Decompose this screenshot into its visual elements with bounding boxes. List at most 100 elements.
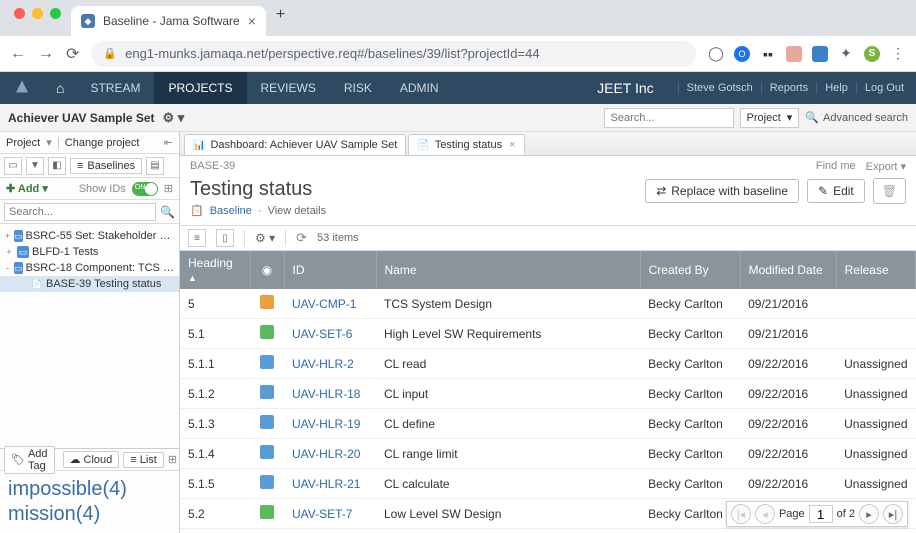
close-icon[interactable]: ×	[509, 139, 515, 151]
cell-id[interactable]: UAV-HLR-18	[284, 379, 376, 409]
replace-baseline-button[interactable]: ⇄Replace with baseline	[645, 179, 799, 203]
search-icon[interactable]: 🔍	[156, 205, 179, 219]
advanced-search-link[interactable]: 🔍Advanced search	[805, 111, 908, 124]
add-button[interactable]: ✚ Add ▾	[6, 182, 48, 195]
forward-button[interactable]: →	[38, 45, 54, 63]
profile-avatar[interactable]: S	[864, 46, 880, 62]
delete-button[interactable]: 🗑	[873, 178, 906, 204]
table-row[interactable]: 5.1.2UAV-HLR-18CL inputBecky Carlton09/2…	[180, 379, 916, 409]
project-menu[interactable]: Project	[6, 137, 40, 149]
table-row[interactable]: 5.1.3UAV-HLR-19CL defineBecky Carlton09/…	[180, 409, 916, 439]
cell-id[interactable]: UAV-SET-6	[284, 319, 376, 349]
minimize-window-icon[interactable]	[32, 8, 43, 19]
tree-item[interactable]: +▭BLFD-1 Tests	[0, 244, 179, 260]
user-link[interactable]: Steve Gotsch	[678, 82, 753, 94]
document-tab[interactable]: 📊Dashboard: Achiever UAV Sample Set	[184, 134, 406, 155]
ext-icon[interactable]	[786, 46, 802, 62]
home-icon[interactable]: ⌂	[44, 80, 76, 96]
pager-next-icon[interactable]: ▸	[859, 504, 879, 524]
browser-menu-icon[interactable]: ⋮	[890, 46, 906, 62]
list-view-icon[interactable]: ≡	[188, 229, 206, 247]
url-bar[interactable]: 🔒 eng1-munks.jamaqa.net/perspective.req#…	[91, 41, 696, 67]
column-header[interactable]: Created By	[640, 251, 740, 289]
tree-item[interactable]: +▭BSRC-55 Set: Stakeholder Needs and Mis…	[0, 228, 179, 244]
collapse-panel-icon[interactable]: ⇤	[164, 136, 173, 149]
logout-link[interactable]: Log Out	[856, 82, 904, 94]
pager-page-input[interactable]	[809, 505, 833, 523]
document-tab[interactable]: 📄Testing status×	[408, 134, 524, 155]
tree-item[interactable]: 📄BASE-39 Testing status	[0, 276, 179, 292]
grid-settings-icon[interactable]: ⚙ ▾	[255, 231, 275, 245]
find-me-link[interactable]: Find me	[816, 160, 856, 173]
cell-id[interactable]: UAV-CMP-1	[284, 289, 376, 319]
cell-id[interactable]: UAV-LLR-2	[284, 529, 376, 533]
table-row[interactable]: 5UAV-CMP-1TCS System DesignBecky Carlton…	[180, 289, 916, 319]
column-header[interactable]: ID	[284, 251, 376, 289]
table-row[interactable]: 5.1UAV-SET-6High Level SW RequirementsBe…	[180, 319, 916, 349]
ext-icon[interactable]: ▪▪	[760, 46, 776, 62]
explorer-view-icon[interactable]: ▭	[4, 157, 22, 175]
nav-admin[interactable]: ADMIN	[386, 72, 453, 104]
app-logo-icon[interactable]	[0, 79, 44, 97]
search-scope-select[interactable]: Project▾	[740, 108, 800, 128]
ext-icon[interactable]	[812, 46, 828, 62]
table-row[interactable]: 5.1.1UAV-HLR-2CL readBecky Carlton09/22/…	[180, 349, 916, 379]
tree-search-input[interactable]	[4, 203, 156, 221]
baseline-link[interactable]: Baseline	[210, 205, 252, 217]
pager-first-icon[interactable]: |◂	[731, 504, 751, 524]
pager-prev-icon[interactable]: ◂	[755, 504, 775, 524]
expand-icon[interactable]: +	[4, 231, 11, 241]
view-details-link[interactable]: View details	[268, 205, 327, 217]
nav-projects[interactable]: PROJECTS	[154, 72, 246, 104]
browser-tab[interactable]: ◆ Baseline - Jama Software ×	[71, 6, 266, 36]
maximize-window-icon[interactable]	[50, 8, 61, 19]
filter-view-icon[interactable]: ▼	[26, 157, 44, 175]
expand-icon[interactable]: +	[4, 247, 14, 257]
column-header[interactable]: Release	[836, 251, 915, 289]
help-link[interactable]: Help	[816, 82, 848, 94]
edit-button[interactable]: ✎Edit	[807, 179, 865, 203]
table-row[interactable]: 5.2.1UAV-LLR-2Read FunctionBecky Carlton…	[180, 529, 916, 533]
new-tab-button[interactable]: +	[266, 6, 295, 30]
nav-reviews[interactable]: REVIEWS	[247, 72, 330, 104]
close-tab-icon[interactable]: ×	[248, 13, 256, 29]
cell-id[interactable]: UAV-HLR-19	[284, 409, 376, 439]
reload-button[interactable]: ⟳	[66, 44, 79, 64]
reports-link[interactable]: Reports	[761, 82, 809, 94]
global-search-input[interactable]	[604, 108, 734, 128]
cell-id[interactable]: UAV-HLR-21	[284, 469, 376, 499]
column-header[interactable]: Heading ▲	[180, 251, 250, 289]
add-tag-button[interactable]: 🏷 Add Tag	[4, 446, 55, 474]
ext-icon[interactable]: ◯	[708, 46, 724, 62]
column-header[interactable]: Name	[376, 251, 640, 289]
extensions-menu-icon[interactable]: ✦	[838, 46, 854, 62]
refresh-icon[interactable]: ⟳	[296, 230, 307, 246]
table-row[interactable]: 5.1.5UAV-HLR-21CL calculateBecky Carlton…	[180, 469, 916, 499]
column-header[interactable]: Modified Date	[740, 251, 836, 289]
release-view-icon[interactable]: ◧	[48, 157, 66, 175]
tree-item[interactable]: -▭BSRC-18 Component: TCS System Design	[0, 260, 179, 276]
project-settings-icon[interactable]: ⚙ ▾	[163, 110, 185, 126]
nav-risk[interactable]: RISK	[330, 72, 386, 104]
baselines-button[interactable]: ≡Baselines	[70, 158, 142, 174]
expand-icon[interactable]: -	[4, 263, 11, 273]
reading-view-icon[interactable]: ▯	[216, 229, 234, 247]
column-header[interactable]: ◉	[250, 251, 284, 289]
tags-options-icon[interactable]: ⊞	[168, 453, 177, 466]
tag-cloud-button[interactable]: ☁ Cloud	[63, 451, 120, 468]
tag-link[interactable]: impossible(4)	[8, 477, 171, 502]
show-ids-toggle[interactable]: ON	[132, 182, 158, 196]
export-link[interactable]: Export ▾	[866, 160, 906, 173]
back-button[interactable]: ←	[10, 45, 26, 63]
close-window-icon[interactable]	[14, 8, 25, 19]
tag-list-button[interactable]: ≡ List	[123, 452, 164, 468]
cell-id[interactable]: UAV-HLR-20	[284, 439, 376, 469]
tree-options-icon[interactable]: ⊞	[164, 182, 173, 195]
test-view-icon[interactable]: ▤	[146, 157, 164, 175]
cell-id[interactable]: UAV-SET-7	[284, 499, 376, 529]
nav-stream[interactable]: STREAM	[76, 72, 154, 104]
cell-id[interactable]: UAV-HLR-2	[284, 349, 376, 379]
tag-link[interactable]: mission(4)	[8, 502, 171, 527]
change-project-link[interactable]: Change project	[58, 137, 140, 149]
ext-icon[interactable]: O	[734, 46, 750, 62]
